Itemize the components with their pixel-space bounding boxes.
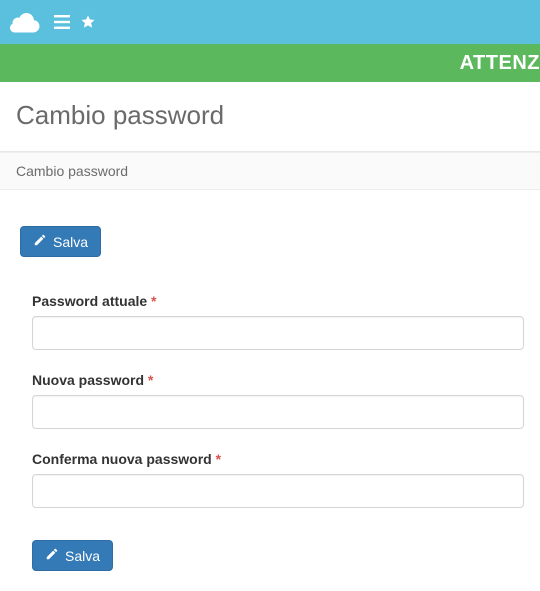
content-area: Salva Password attuale * Nuova password … [0,190,540,591]
cloud-logo-icon [10,11,40,33]
new-password-label: Nuova password * [32,372,524,388]
edit-icon [33,233,47,250]
save-button-bottom[interactable]: Salva [32,540,113,571]
save-button-top[interactable]: Salva [20,226,101,257]
menu-icon[interactable] [54,15,70,29]
new-password-input[interactable] [32,395,524,429]
current-password-label: Password attuale * [32,293,524,309]
current-password-group: Password attuale * [32,293,524,350]
star-icon[interactable] [80,14,96,30]
alert-banner: ATTENZ [0,44,540,82]
new-password-label-text: Nuova password [32,372,144,388]
current-password-input[interactable] [32,316,524,350]
topbar [0,0,540,44]
confirm-password-input[interactable] [32,474,524,508]
required-marker: * [151,293,156,309]
password-form: Password attuale * Nuova password * Conf… [20,257,524,571]
save-button-bottom-label: Salva [65,548,100,564]
confirm-password-label: Conferma nuova password * [32,451,524,467]
new-password-group: Nuova password * [32,372,524,429]
page-header: Cambio password [0,82,540,152]
save-button-top-label: Salva [53,234,88,250]
breadcrumb-text: Cambio password [16,163,128,179]
current-password-label-text: Password attuale [32,293,147,309]
alert-banner-text: ATTENZ [460,52,540,75]
required-marker: * [216,451,221,467]
confirm-password-label-text: Conferma nuova password [32,451,212,467]
required-marker: * [148,372,153,388]
edit-icon [45,547,59,564]
confirm-password-group: Conferma nuova password * [32,451,524,508]
page-title: Cambio password [16,100,524,131]
breadcrumb: Cambio password [0,152,540,190]
